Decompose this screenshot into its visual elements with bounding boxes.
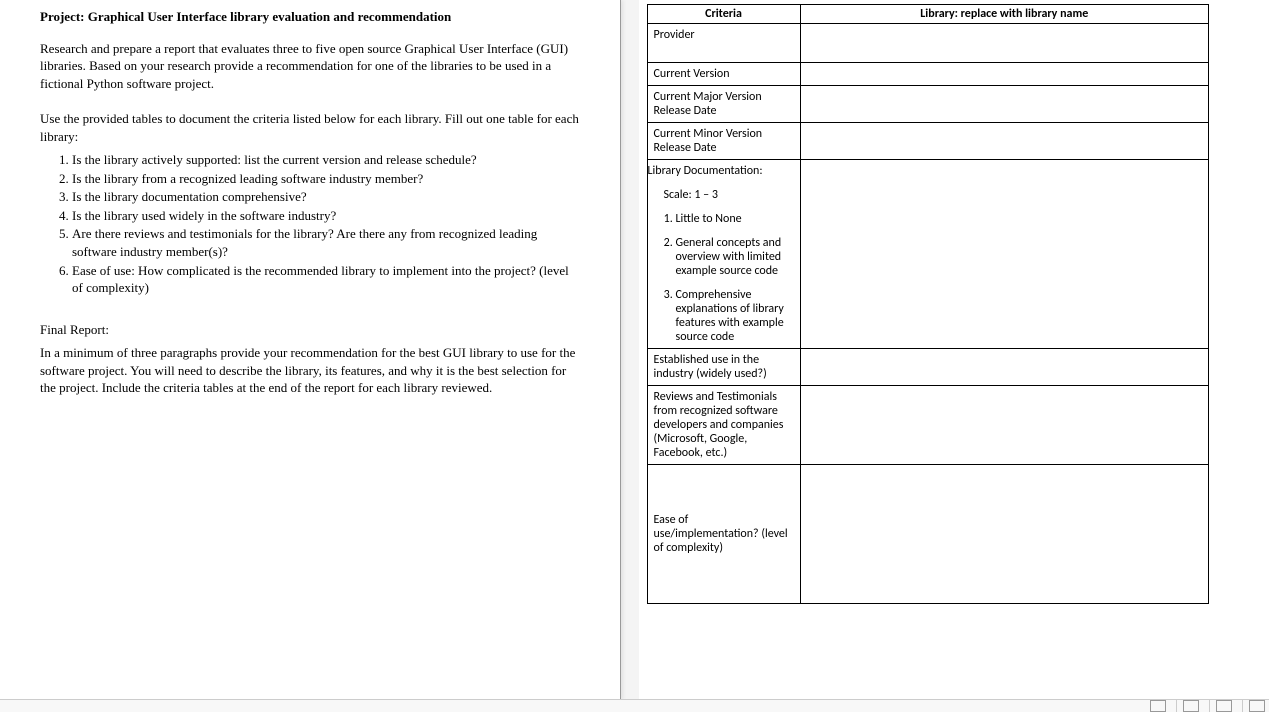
table-row: Reviews and Testimonials from recognized… [647,386,1209,465]
list-item: General concepts and overview with limit… [676,236,786,278]
project-title: Project: Graphical User Interface librar… [40,8,580,26]
list-item: Are there reviews and testimonials for t… [72,225,580,260]
row-value [800,349,1209,386]
tables-note: Use the provided tables to document the … [40,110,580,145]
header-criteria: Criteria [647,5,800,24]
final-report-body: In a minimum of three paragraphs provide… [40,344,580,397]
status-bar [0,699,1269,712]
page-1: Project: Graphical User Interface librar… [0,0,621,700]
row-label-major-release: Current Major Version Release Date [647,86,800,123]
list-item: Is the library used widely in the softwa… [72,207,580,225]
intro-paragraph: Research and prepare a report that evalu… [40,40,580,93]
list-item: Little to None [676,212,786,226]
table-row: Current Major Version Release Date [647,86,1209,123]
row-label-current-version: Current Version [647,63,800,86]
row-label-minor-release: Current Minor Version Release Date [647,123,800,160]
table-row: Library Documentation: Scale: 1 – 3 Litt… [647,160,1209,349]
view-mode-icon[interactable] [1183,700,1199,712]
view-mode-icon[interactable] [1150,700,1166,712]
document-workspace: Project: Graphical User Interface librar… [0,0,1269,700]
final-report-label: Final Report: [40,321,580,339]
divider [1209,700,1210,712]
page-gap [621,0,639,700]
row-label-documentation: Library Documentation: Scale: 1 – 3 Litt… [647,160,800,349]
table-row: Current Version [647,63,1209,86]
criteria-table: Criteria Library: replace with library n… [647,4,1210,604]
row-value [800,86,1209,123]
row-label-ease-of-use: Ease of use/implementation? (level of co… [647,465,800,604]
table-row: Established use in the industry (widely … [647,349,1209,386]
table-row: Ease of use/implementation? (level of co… [647,465,1209,604]
header-library: Library: replace with library name [800,5,1209,24]
row-label-reviews: Reviews and Testimonials from recognized… [647,386,800,465]
divider [1176,700,1177,712]
row-value [800,24,1209,63]
row-value [800,160,1209,349]
row-value [800,386,1209,465]
page-2: Criteria Library: replace with library n… [639,0,1269,700]
doc-heading: Library Documentation: [648,164,794,178]
row-label-provider: Provider [647,24,800,63]
list-item: Is the library from a recognized leading… [72,170,580,188]
table-row: Current Minor Version Release Date [647,123,1209,160]
row-value [800,63,1209,86]
row-label-established-use: Established use in the industry (widely … [647,349,800,386]
row-value [800,465,1209,604]
table-row: Provider [647,24,1209,63]
doc-scale-list: Little to None General concepts and over… [676,212,794,344]
criteria-question-list: Is the library actively supported: list … [72,151,580,296]
row-value [800,123,1209,160]
table-header-row: Criteria Library: replace with library n… [647,5,1209,24]
doc-scale: Scale: 1 – 3 [664,188,794,202]
list-item: Ease of use: How complicated is the reco… [72,262,580,297]
divider [1242,700,1243,712]
view-mode-icon[interactable] [1249,700,1265,712]
list-item: Is the library documentation comprehensi… [72,188,580,206]
list-item: Is the library actively supported: list … [72,151,580,169]
list-item: Comprehensive explanations of library fe… [676,288,786,344]
view-mode-icon[interactable] [1216,700,1232,712]
